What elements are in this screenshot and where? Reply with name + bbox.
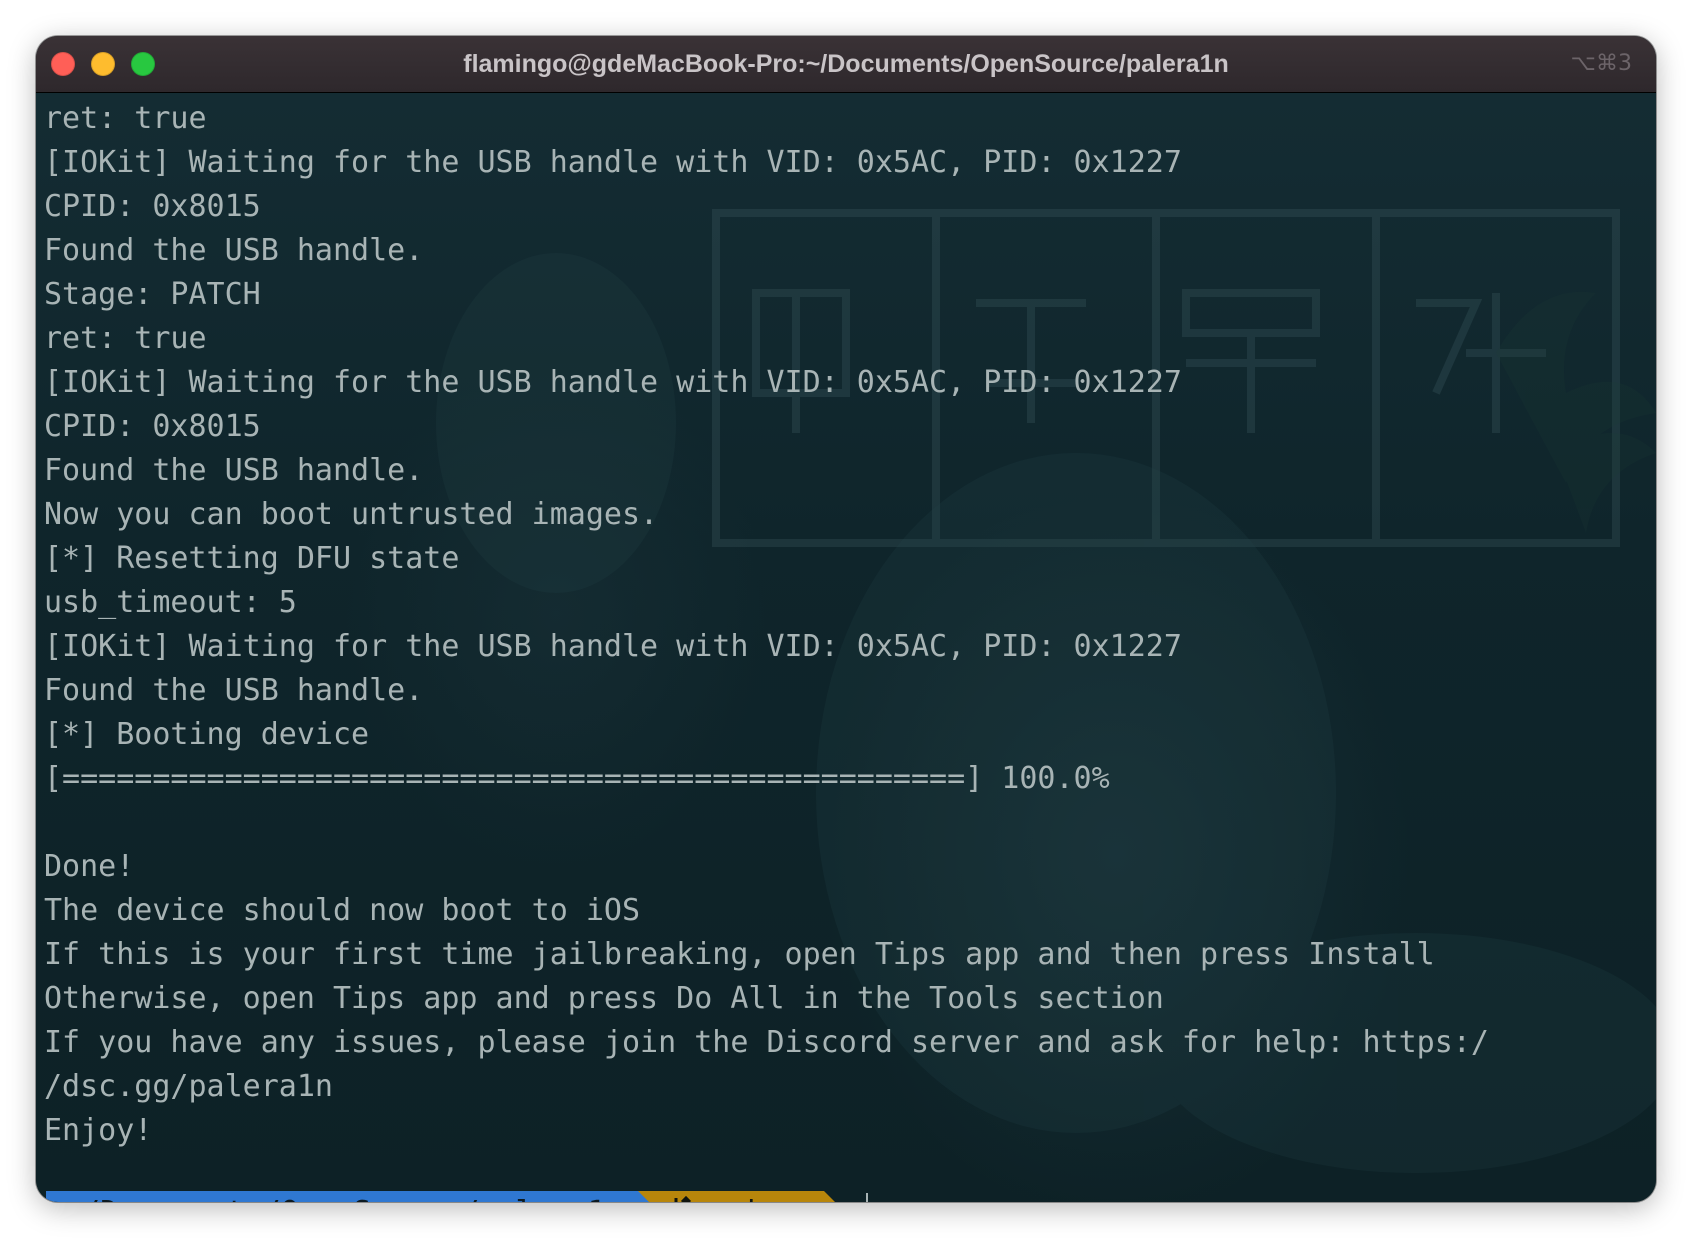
shell-prompt: ~/Documents/OpenSource/palera1n main ± <box>46 1191 869 1202</box>
prompt-end-separator <box>824 1191 847 1202</box>
terminal-line: Enjoy! <box>44 1113 153 1148</box>
prompt-path: ~/Documents/OpenSource/palera1n <box>46 1191 638 1202</box>
terminal-line: /dsc.gg/palera1n <box>44 1069 333 1104</box>
terminal-line: [IOKit] Waiting for the USB handle with … <box>44 365 1182 400</box>
terminal-line: Otherwise, open Tips app and press Do Al… <box>44 981 1164 1016</box>
terminal-line: CPID: 0x8015 <box>44 409 261 444</box>
terminal-line: ret: true <box>44 101 207 136</box>
title-bar[interactable]: flamingo@gdeMacBook-Pro:~/Documents/Open… <box>36 36 1656 93</box>
window-shortcut: ⌥⌘3 <box>1570 51 1632 76</box>
text-cursor <box>866 1193 869 1202</box>
terminal-window: flamingo@gdeMacBook-Pro:~/Documents/Open… <box>36 36 1656 1202</box>
terminal-content[interactable]: ret: true [IOKit] Waiting for the USB han… <box>36 93 1656 1202</box>
window-title: flamingo@gdeMacBook-Pro:~/Documents/Open… <box>463 50 1229 78</box>
terminal-line: CPID: 0x8015 <box>44 189 261 224</box>
terminal-line: Done! <box>44 849 135 884</box>
terminal-line: [IOKit] Waiting for the USB handle with … <box>44 145 1182 180</box>
terminal-line: [*] Resetting DFU state <box>44 541 460 576</box>
terminal-line: [*] Booting device <box>44 717 370 752</box>
terminal-line: Found the USB handle. <box>44 233 424 268</box>
prompt-git-segment: main ± <box>659 1191 825 1202</box>
git-branch-icon <box>674 1196 691 1202</box>
terminal-line: [=======================================… <box>44 761 1110 796</box>
prompt-branch: main ± <box>706 1191 814 1202</box>
terminal-output[interactable]: ret: true [IOKit] Waiting for the USB han… <box>44 97 1648 1153</box>
terminal-line: Found the USB handle. <box>44 673 424 708</box>
terminal-line: If this is your first time jailbreaking,… <box>44 937 1435 972</box>
terminal-line: [IOKit] Waiting for the USB handle with … <box>44 629 1182 664</box>
terminal-line: Found the USB handle. <box>44 453 424 488</box>
terminal-line: Stage: PATCH <box>44 277 261 312</box>
terminal-line: usb_timeout: 5 <box>44 585 297 620</box>
terminal-line: ret: true <box>44 321 207 356</box>
terminal-line: If you have any issues, please join the … <box>44 1025 1489 1060</box>
terminal-line: The device should now boot to iOS <box>44 893 641 928</box>
terminal-line: Now you can boot untrusted images. <box>44 497 659 532</box>
prompt-separator <box>637 1191 660 1202</box>
